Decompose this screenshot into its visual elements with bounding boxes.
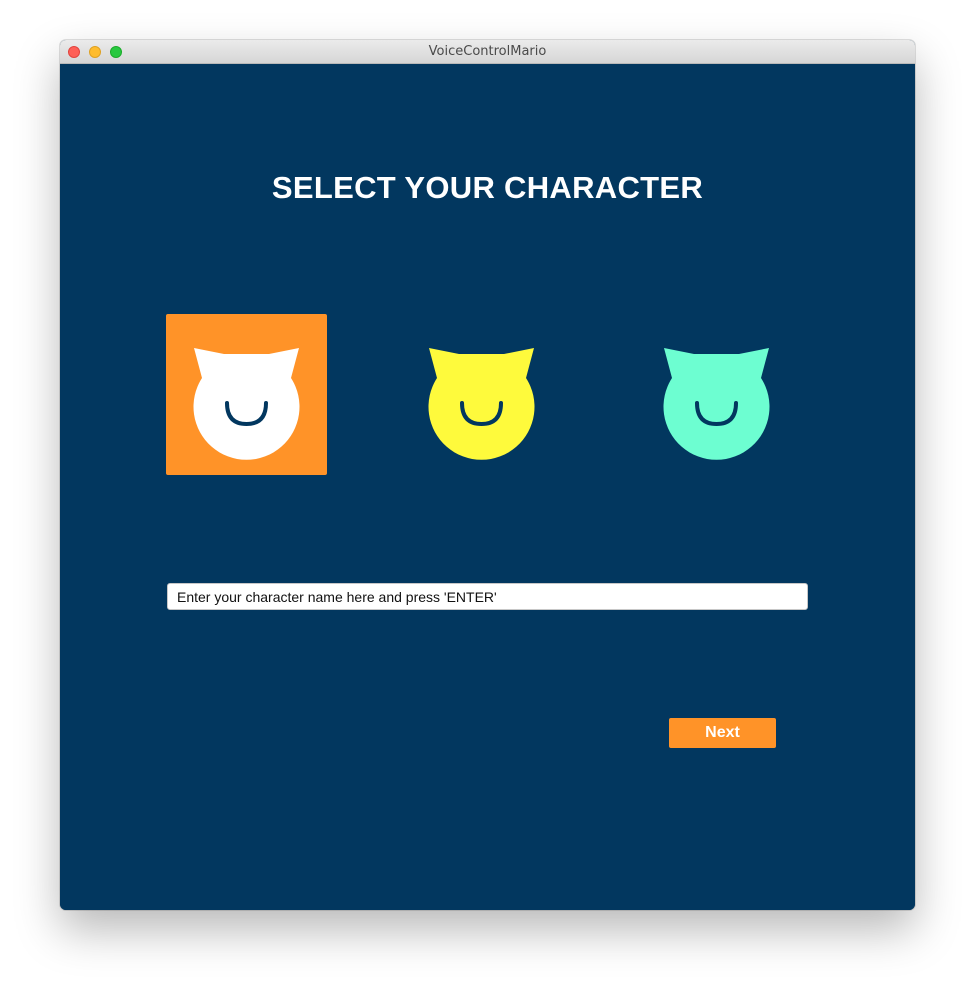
page-title: SELECT YOUR CHARACTER bbox=[271, 170, 704, 205]
next-button[interactable]: Next bbox=[669, 718, 776, 748]
cat-face-icon bbox=[428, 348, 535, 460]
app-window: VoiceControlMario SELECT YOUR CHARACTER … bbox=[60, 40, 915, 910]
character-select-screen: SELECT YOUR CHARACTER Next bbox=[60, 64, 915, 910]
character-name-input[interactable] bbox=[167, 583, 808, 610]
window-title: VoiceControlMario bbox=[428, 44, 547, 59]
character-option-2[interactable] bbox=[401, 314, 562, 475]
character-option-1[interactable] bbox=[166, 314, 327, 475]
title-bar[interactable]: VoiceControlMario bbox=[60, 40, 915, 64]
cat-face-icon bbox=[193, 348, 300, 460]
cat-face-icon bbox=[663, 348, 770, 460]
character-option-3[interactable] bbox=[636, 314, 797, 475]
